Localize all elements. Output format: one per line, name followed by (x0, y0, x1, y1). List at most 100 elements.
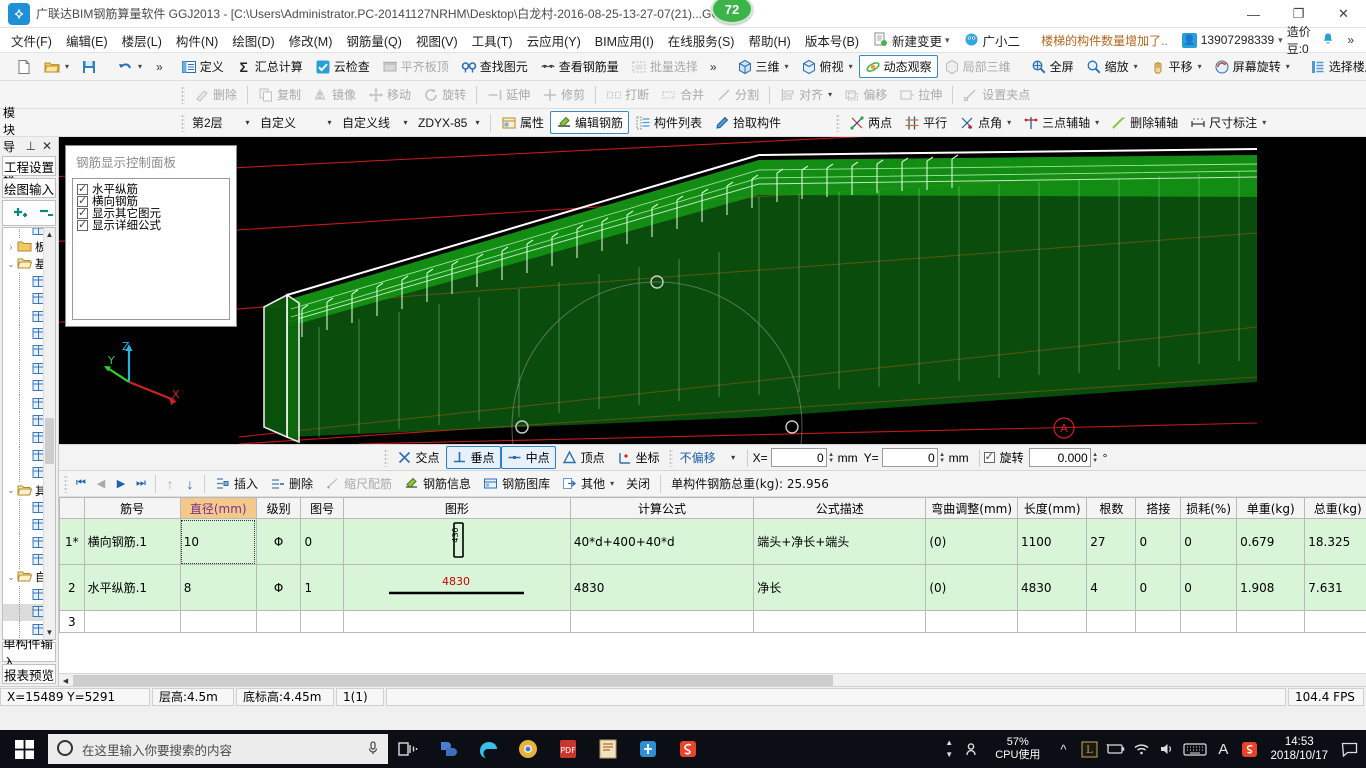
menu-view[interactable]: 视图(V) (409, 28, 465, 53)
tree-item[interactable]: 独立基础(P) (3, 377, 43, 395)
toolbar-grip[interactable] (383, 448, 388, 467)
cell-diameter[interactable] (179, 610, 257, 633)
chevron-down-icon[interactable]: ▾ (323, 118, 336, 127)
tree-folder[interactable]: ⌄ 其它 (3, 482, 43, 499)
cell-grade[interactable] (255, 610, 302, 633)
floor-selector[interactable]: 第2层 ▾ (188, 113, 256, 132)
cell-loss[interactable]: 0 (1180, 564, 1238, 611)
cell-diameter[interactable]: 8 (179, 564, 257, 611)
cell-formula[interactable]: 4830 (569, 564, 755, 611)
three-point-axis-button[interactable]: 三点辅轴 ▾ (1017, 111, 1105, 134)
chevron-down-icon[interactable]: ⌄ (5, 485, 17, 496)
batch-select-button[interactable]: 批量选择 (625, 55, 704, 78)
chrome-icon[interactable] (508, 730, 548, 768)
delete-axis-button[interactable]: 删除辅轴 (1105, 111, 1184, 134)
chevron-down-icon[interactable]: ▾ (785, 62, 789, 71)
snap-perpendicular-button[interactable]: 垂点 (445, 446, 501, 469)
cell-loss[interactable] (1180, 610, 1238, 633)
category-selector[interactable]: 自定义 ▾ (256, 113, 338, 132)
table-header-cell[interactable] (59, 497, 85, 519)
cell-grade[interactable]: Φ (255, 518, 302, 565)
people-icon[interactable] (959, 730, 985, 768)
cell-count[interactable]: 4 (1086, 564, 1137, 611)
menu-overflow-button[interactable]: » (1341, 33, 1360, 47)
menu-edit[interactable]: 编辑(E) (59, 28, 115, 53)
chevron-right-icon[interactable]: › (5, 242, 17, 252)
chevron-down-icon[interactable]: ▾ (945, 35, 950, 46)
chevron-down-icon[interactable]: ▾ (610, 479, 614, 488)
table-header-cell[interactable]: 图号 (300, 497, 344, 519)
ggj-icon[interactable] (628, 730, 668, 768)
bell-icon[interactable] (1321, 32, 1337, 48)
3d-view-button[interactable]: 三维 ▾ (731, 55, 795, 78)
align-slab-button[interactable]: 平齐板顶 (376, 55, 455, 78)
clock[interactable]: 14:53 2018/10/17 (1262, 735, 1336, 763)
tree-item[interactable]: 圈梁(E) (3, 228, 43, 239)
table-header-cell[interactable]: 长度(mm) (1016, 497, 1088, 519)
3d-viewport[interactable]: A Z X Y 钢筋显示控制面板 ✓ 水平纵筋 ✓ 横向钢筋 ✓ 显示其它图元 … (59, 137, 1366, 444)
chevron-down-icon[interactable]: ▾ (849, 62, 853, 71)
tree-folder[interactable]: ⌄ 基础 (3, 256, 43, 273)
pick-member-button[interactable]: 拾取构件 (708, 111, 787, 134)
save-button[interactable] (75, 56, 103, 78)
pan-button[interactable]: 平移 ▾ (1144, 55, 1208, 78)
chevron-down-icon[interactable]: ⌄ (5, 572, 17, 583)
tree-item[interactable]: 后浇带(JD) (3, 499, 43, 517)
rotate-spinner[interactable]: ▲ ▼ (1091, 448, 1100, 467)
cell-rebar-name[interactable]: 水平纵筋.1 (83, 564, 181, 611)
cell-drawing-no[interactable] (300, 610, 344, 633)
delete-row-button[interactable]: 删除 (264, 472, 319, 495)
sidebar-report-preview-button[interactable]: 报表预览 (2, 664, 56, 684)
chevron-down-icon[interactable]: ▾ (1278, 35, 1283, 46)
cell-total-weight[interactable]: 7.631 (1304, 564, 1366, 611)
cell-description[interactable]: 端头+净长+端头 (753, 518, 927, 565)
member-selector[interactable]: ZDYX-85 ▾ (414, 113, 486, 132)
move-button[interactable]: 移动 (362, 83, 417, 106)
tree-folder[interactable]: ⌄ 自定义 (3, 569, 43, 586)
edge-icon[interactable] (468, 730, 508, 768)
snap-vertex-button[interactable]: 顶点 (556, 446, 611, 469)
tree-item[interactable]: 基础板带(W) (3, 464, 43, 482)
checkbox-row[interactable]: 显示详细公式 (77, 218, 229, 232)
menu-modify[interactable]: 修改(M) (282, 28, 340, 53)
nav-next-button[interactable]: ▶ (111, 474, 131, 494)
snap-midpoint-button[interactable]: 中点 (500, 446, 556, 469)
rebar-info-button[interactable]: 钢筋信息 (398, 472, 477, 495)
table-header-cell[interactable]: 直径(mm) (179, 497, 257, 519)
cell-length[interactable]: 4830 (1016, 564, 1088, 611)
account-chip[interactable]: 👤 13907298339 ▾ (1181, 32, 1283, 48)
collapse-all-icon[interactable] (37, 205, 55, 222)
tree-item[interactable]: 承台梁(F) (3, 429, 43, 447)
member-list-button[interactable]: 构件列表 (629, 111, 708, 134)
edit-rebar-button[interactable]: 编辑钢筋 (550, 111, 630, 134)
cell-formula[interactable] (569, 610, 755, 633)
tree-folder[interactable]: ›板 (3, 238, 44, 255)
table-row[interactable]: 3 (59, 610, 1366, 633)
cell-bend-adjust[interactable] (925, 610, 1018, 633)
user-nick-button[interactable]: 广小二 (957, 28, 1028, 53)
table-header-cell[interactable]: 计算公式 (569, 497, 755, 519)
zoom-button[interactable]: 缩放 ▾ (1080, 55, 1144, 78)
cell-length[interactable]: 1100 (1016, 518, 1088, 565)
copy-button[interactable]: 复制 (252, 83, 307, 106)
extend-button[interactable]: 延伸 (481, 83, 536, 106)
chevron-down-icon[interactable]: ▾ (1007, 118, 1011, 127)
toolbar-grip[interactable] (668, 448, 673, 467)
cell-lap[interactable]: 0 (1135, 518, 1182, 565)
snap-intersection-button[interactable]: 交点 (391, 446, 446, 469)
table-header-cell[interactable]: 级别 (255, 497, 302, 519)
chevron-down-icon[interactable]: ▾ (138, 62, 142, 71)
cell-lap[interactable] (1135, 610, 1182, 633)
menu-help[interactable]: 帮助(H) (741, 28, 797, 53)
toolbar1-overflow-button[interactable]: » (152, 60, 167, 74)
sidebar-draw-input-button[interactable]: 绘图输入 (2, 178, 56, 198)
scroll-up-icon[interactable]: ▲ (44, 228, 55, 241)
sidebar-single-member-input-button[interactable]: 单构件输入 (2, 637, 56, 670)
cell-shape[interactable]: 430 (342, 518, 571, 565)
split-button[interactable]: 分割 (710, 83, 765, 106)
select-floor-button[interactable]: 选择楼层 (1304, 55, 1366, 78)
action-center-icon[interactable] (1336, 730, 1362, 768)
table-header-cell[interactable]: 图形 (342, 497, 571, 519)
table-header-cell[interactable]: 弯曲调整(mm) (925, 497, 1018, 519)
rotate-input[interactable]: 0.000 (1028, 448, 1091, 467)
